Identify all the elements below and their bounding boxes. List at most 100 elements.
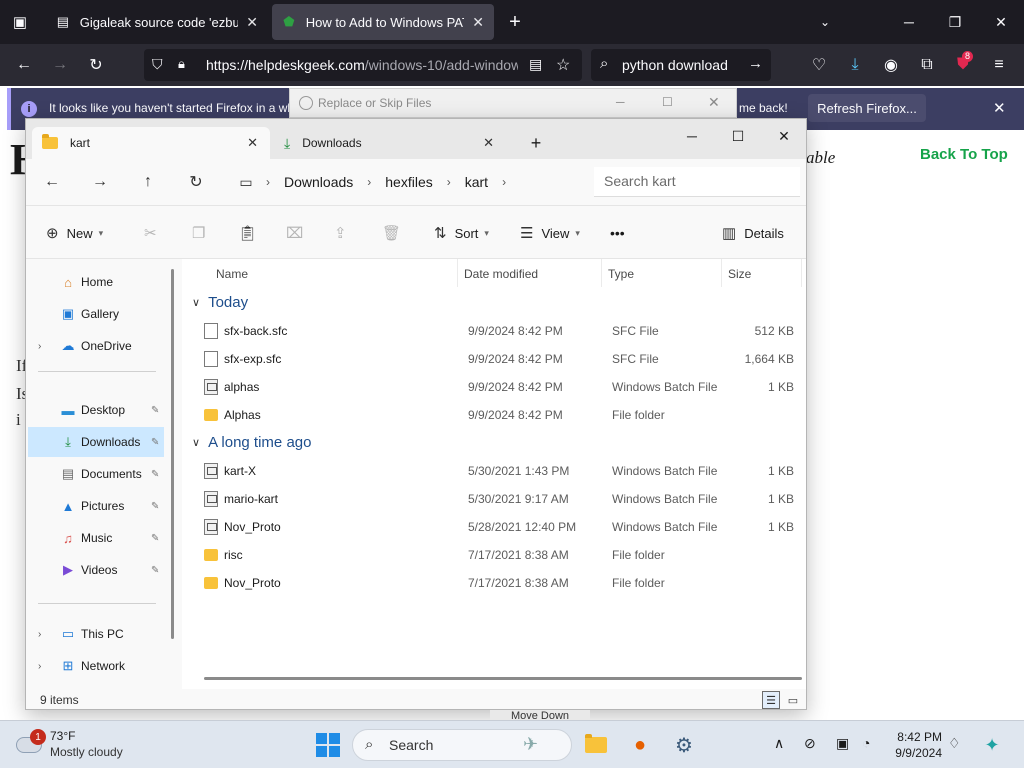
group-header-long-ago[interactable]: ∨ A long time ago (192, 429, 311, 455)
dialog-close-button[interactable]: ✕ (708, 94, 720, 111)
breadcrumb-downloads[interactable]: Downloads (284, 174, 353, 190)
search-input[interactable]: Search kart (594, 167, 800, 197)
pin-icon[interactable]: ✎ (151, 565, 159, 576)
pin-icon[interactable]: ✎ (151, 533, 159, 544)
back-arrow-icon[interactable]: ← (40, 171, 64, 193)
explorer-tab-downloads[interactable]: ⤓ Downloads ✕ (274, 127, 506, 159)
chevron-up-icon[interactable]: ∧ (774, 735, 784, 752)
nav-item-network[interactable]: › ⊞ Network (28, 651, 164, 681)
close-notification-icon[interactable]: ✕ (993, 99, 1006, 117)
nav-item-documents[interactable]: ▤ Documents ✎ (28, 459, 164, 489)
nav-item-downloads[interactable]: ⤓ Downloads ✎ (28, 427, 164, 457)
more-options-button[interactable]: ••• (610, 222, 625, 244)
breadcrumb-hexfiles[interactable]: hexfiles (385, 174, 432, 190)
file-row[interactable]: mario-kart 5/30/2021 9:17 AM Windows Batch… (202, 485, 802, 513)
file-row[interactable]: kart-X 5/30/2021 1:43 PM Windows Batch Fil… (202, 457, 802, 485)
column-header-name[interactable]: Name (182, 259, 458, 287)
chevron-down-icon[interactable]: ∨ (192, 296, 200, 309)
replace-skip-dialog[interactable]: Replace or Skip Files ─ ☐ ✕ (289, 88, 737, 118)
clock[interactable]: 8:42 PM 9/9/2024 (880, 729, 942, 761)
file-row[interactable]: sfx-exp.sfc 9/9/2024 8:42 PM SFC File 1,664… (202, 345, 802, 373)
downloads-icon[interactable]: ⤓ (844, 54, 866, 76)
nav-scrollbar[interactable] (171, 269, 174, 639)
browser-tab-gigaleak[interactable]: ▤ Gigaleak source code 'ezbuild ✕ (46, 4, 268, 40)
copy-button[interactable]: ❐ (192, 222, 213, 244)
bookmark-star-icon[interactable]: ☆ (556, 55, 570, 75)
share-button[interactable]: ⇪ (334, 222, 355, 244)
close-tab-icon[interactable]: ✕ (472, 14, 484, 31)
up-arrow-icon[interactable]: ↑ (136, 171, 160, 193)
new-button[interactable]: ⊕ New ▾ (46, 222, 103, 244)
shield-icon[interactable]: ⛉ (152, 56, 163, 73)
file-row[interactable]: alphas 9/9/2024 8:42 PM Windows Batch File… (202, 373, 802, 401)
chevron-right-icon[interactable]: › (447, 175, 451, 189)
start-button[interactable] (314, 731, 342, 759)
cut-button[interactable]: ✂ (144, 222, 165, 244)
display-icon[interactable]: ▣ (836, 735, 849, 752)
nav-item-music[interactable]: ♫ Music ✎ (28, 523, 164, 553)
chevron-right-icon[interactable]: › (38, 629, 41, 640)
minimize-button[interactable]: ─ (897, 10, 921, 34)
menu-hamburger-icon[interactable]: ≡ (988, 54, 1010, 76)
dialog-maximize-button[interactable]: ☐ (662, 95, 673, 109)
chevron-right-icon[interactable]: › (38, 661, 41, 672)
url-text[interactable]: https://helpdeskgeek.com/windows-10/add-… (206, 57, 518, 73)
delete-button[interactable]: 🗑︎ (382, 222, 409, 244)
firefox-taskbar-icon[interactable]: ● (626, 731, 654, 759)
column-header-date[interactable]: Date modified (458, 259, 602, 287)
network-off-icon[interactable]: ⊘ (804, 735, 816, 752)
paste-button[interactable]: 📋︎ (238, 222, 265, 244)
pin-icon[interactable]: ✎ (151, 405, 159, 416)
details-button[interactable]: ▥ Details (722, 222, 784, 244)
rename-button[interactable]: ⌧ (286, 222, 311, 244)
pin-icon[interactable]: ✎ (151, 437, 159, 448)
maximize-button[interactable]: ☐ (724, 124, 752, 148)
new-tab-icon[interactable]: + (505, 11, 525, 33)
breadcrumb-kart[interactable]: kart (465, 174, 488, 190)
details-view-icon[interactable]: ☰ (762, 691, 780, 709)
column-header-size[interactable]: Size (722, 259, 802, 287)
chevron-right-icon[interactable]: › (38, 341, 41, 352)
close-tab-icon[interactable]: ✕ (246, 14, 258, 31)
pocket-icon[interactable]: ♡ (808, 54, 830, 76)
minimize-button[interactable]: ─ (678, 124, 706, 148)
wifi-icon[interactable]: ◔ (862, 735, 870, 751)
back-arrow-icon[interactable]: ← (13, 54, 35, 76)
back-to-top-link[interactable]: Back To Top (920, 146, 1008, 163)
forward-arrow-icon[interactable]: → (49, 54, 71, 76)
sort-button[interactable]: ⇅ Sort ▾ (434, 222, 489, 244)
notification-bell-icon[interactable]: ♢ (948, 735, 961, 752)
add-tab-icon[interactable]: + (522, 131, 550, 155)
nav-item-gallery[interactable]: ▣ Gallery (28, 299, 164, 329)
column-header-type[interactable]: Type (602, 259, 722, 287)
dialog-minimize-button[interactable]: ─ (616, 95, 625, 109)
search-go-arrow-icon[interactable]: → (748, 55, 763, 72)
horizontal-scrollbar[interactable] (204, 677, 802, 680)
group-header-today[interactable]: ∨ Today (192, 289, 248, 315)
nav-item-home[interactable]: ⌂ Home (28, 267, 164, 297)
chevron-down-icon[interactable]: ∨ (192, 436, 200, 449)
forward-arrow-icon[interactable]: → (88, 171, 112, 193)
search-bar[interactable]: ⌕ python download → (591, 49, 771, 81)
file-explorer-taskbar-icon[interactable] (582, 731, 610, 759)
reload-icon[interactable]: ↻ (85, 54, 107, 76)
chevron-right-icon[interactable]: › (266, 175, 270, 189)
tiles-view-icon[interactable]: ▭ (784, 691, 802, 709)
chevron-right-icon[interactable]: › (367, 175, 371, 189)
close-tab-icon[interactable]: ✕ (247, 135, 258, 151)
close-window-button[interactable]: ✕ (989, 10, 1013, 34)
refresh-icon[interactable]: ↻ (184, 171, 208, 193)
nav-item-videos[interactable]: ▶ Videos ✎ (28, 555, 164, 585)
nav-item-desktop[interactable]: ▬ Desktop ✎ (28, 395, 164, 425)
file-row[interactable]: sfx-back.sfc 9/9/2024 8:42 PM SFC File 512 … (202, 317, 802, 345)
file-row[interactable]: risc 7/17/2021 8:38 AM File folder (202, 541, 802, 569)
nav-item-this-pc[interactable]: › ▭ This PC (28, 619, 164, 649)
settings-gear-icon[interactable]: ⚙ (670, 731, 698, 759)
lock-icon[interactable]: 🔒︎ (178, 56, 185, 72)
url-bar[interactable]: ⛉ 🔒︎ https://helpdeskgeek.com/windows-10… (144, 49, 582, 81)
close-window-button[interactable]: ✕ (770, 124, 798, 148)
restore-button[interactable]: ❐ (943, 10, 967, 34)
browser-tab-helpdeskgeek[interactable]: ⬟ How to Add to Windows PATH ✕ (272, 4, 494, 40)
extensions-icon[interactable]: ⧉ (916, 54, 938, 76)
chevron-right-icon[interactable]: › (502, 175, 506, 189)
